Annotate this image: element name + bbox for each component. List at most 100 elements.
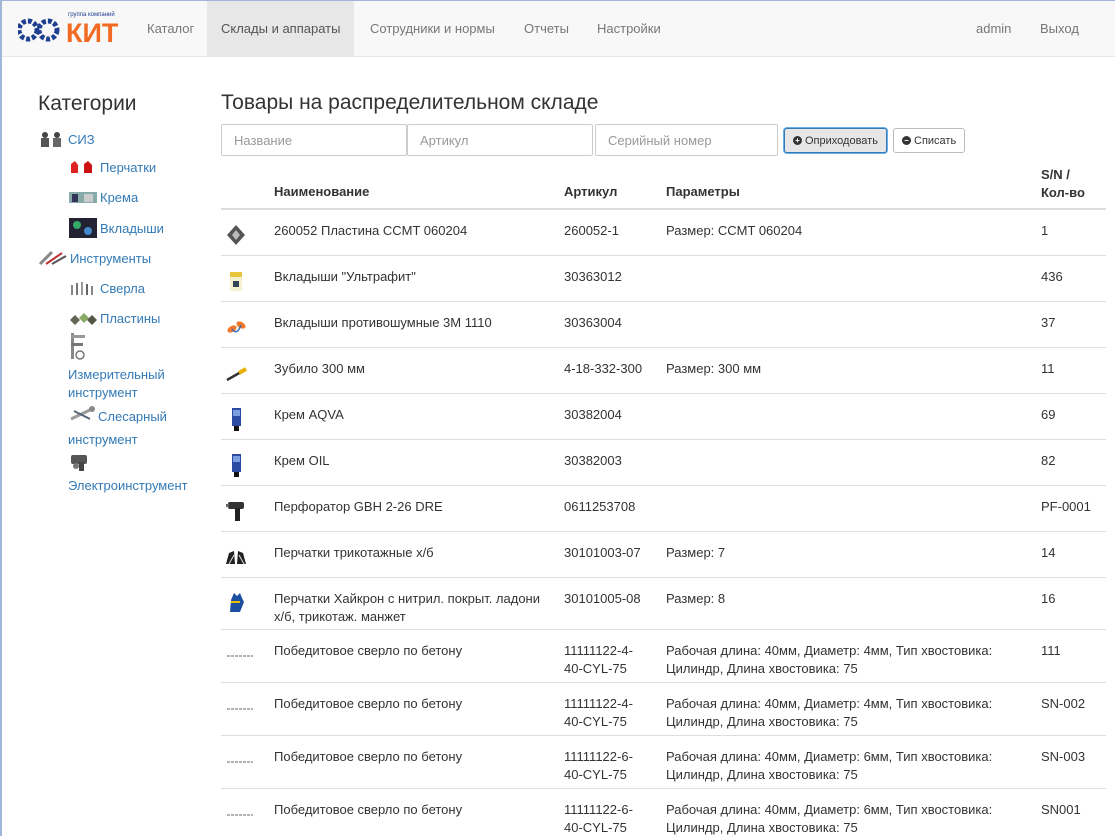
product-name-cell: Крем AQVA xyxy=(274,406,559,424)
sidebar-item-locksmith[interactable]: Слесарный инструмент xyxy=(68,405,167,449)
insert-plate-icon xyxy=(225,222,247,248)
minus-circle-icon: − xyxy=(902,136,911,145)
table-row[interactable]: Крем OIL 30382003 82 xyxy=(221,439,1106,485)
product-article-cell: 11111122-6- 40-CYL-75 xyxy=(564,748,664,784)
sidebar-item-siz[interactable]: СИЗ xyxy=(38,130,95,151)
sidebar-title: Категории xyxy=(38,92,137,115)
product-qty-cell-line1: 11 xyxy=(1041,361,1055,376)
table-row[interactable]: Перфоратор GBH 2-26 DRE 0611253708 PF-0001 xyxy=(221,485,1106,531)
product-qty-cell-line1: SN001 xyxy=(1041,802,1081,817)
table-row[interactable]: Вкладыши противошумные 3М 1110 30363004 37 xyxy=(221,301,1106,347)
product-name-cell-line1: Зубило 300 мм xyxy=(274,361,365,376)
serial-filter-input[interactable] xyxy=(595,124,778,156)
product-qty-cell: 436 xyxy=(1041,268,1106,286)
column-header-qty-line2: Кол-во xyxy=(1041,185,1085,200)
product-qty-cell-line1: 14 xyxy=(1041,545,1056,560)
nav-reports[interactable]: Отчеты xyxy=(510,1,583,57)
name-filter-input[interactable] xyxy=(221,124,407,156)
table-row[interactable]: Перчатки трикотажные х/б 30101003-07 Разме… xyxy=(221,531,1106,577)
drill-bit-icon xyxy=(225,642,253,668)
nav-settings[interactable]: Настройки xyxy=(583,1,675,57)
product-article-cell-line1: 11111122-4- xyxy=(564,643,633,658)
product-article-cell-line1: 30101003-07 xyxy=(564,545,641,560)
product-qty-cell: 14 xyxy=(1041,544,1106,562)
product-params-cell: Рабочая длина: 40мм, Диаметр: 6мм, Тип х… xyxy=(666,748,1026,784)
product-name-cell: Крем OIL xyxy=(274,452,559,470)
product-article-cell: 30382004 xyxy=(564,406,664,424)
sidebar-item-label: Сверла xyxy=(100,280,145,296)
nav-employees[interactable]: Сотрудники и нормы xyxy=(356,1,509,57)
sidebar-item-measuring[interactable]: Измерительный инструмент xyxy=(68,331,165,402)
product-article-cell: 30101005-08 xyxy=(564,590,664,608)
earplugs-icon xyxy=(68,217,98,242)
earplugs-icon xyxy=(225,314,247,340)
product-params-cell-line2: Цилиндр, Длина хвостовика: 75 xyxy=(666,714,858,729)
product-name-cell-line1: Победитовое сверло по бетону xyxy=(274,643,463,658)
table-row[interactable]: Победитовое сверло по бетону 11111122-6- 4… xyxy=(221,735,1106,788)
product-article-cell-line1: 260052-1 xyxy=(564,223,619,238)
product-article-cell-line2: 40-CYL-75 xyxy=(564,767,627,782)
sidebar-item-tools[interactable]: Инструменты xyxy=(38,250,151,269)
product-name-cell-line1: Перчатки Хайкрон с нитрил. покрыт. ладон… xyxy=(274,591,540,606)
product-name-cell-line1: Победитовое сверло по бетону xyxy=(274,696,463,711)
product-qty-cell: PF-0001 xyxy=(1041,498,1106,516)
sidebar-item-gloves[interactable]: Перчатки xyxy=(68,159,156,178)
table-row[interactable]: Перчатки Хайкрон с нитрил. покрыт. ладон… xyxy=(221,577,1106,629)
product-article-cell: 11111122-6- 40-CYL-75 xyxy=(564,801,664,836)
product-name-cell-line1: Вкладыши противошумные 3М 1110 xyxy=(274,315,492,330)
column-header-qty-line1: S/N / xyxy=(1041,167,1070,182)
product-params-cell-line1: Рабочая длина: 40мм, Диаметр: 6мм, Тип х… xyxy=(666,749,993,764)
product-article-cell-line1: 30101005-08 xyxy=(564,591,641,606)
product-params-cell: Рабочая длина: 40мм, Диаметр: 6мм, Тип х… xyxy=(666,801,1026,836)
product-article-cell: 11111122-4- 40-CYL-75 xyxy=(564,695,664,731)
product-qty-cell: 1 xyxy=(1041,222,1106,240)
product-name-cell-line1: Крем OIL xyxy=(274,453,330,468)
sidebar-item-drills[interactable]: Сверла xyxy=(68,280,145,299)
drills-icon xyxy=(68,280,98,299)
product-name-cell: Победитовое сверло по бетону xyxy=(274,695,559,713)
product-params-cell-line1: Рабочая длина: 40мм, Диаметр: 6мм, Тип х… xyxy=(666,802,993,817)
product-qty-cell: 11 xyxy=(1041,360,1106,378)
table-row[interactable]: Крем AQVA 30382004 69 xyxy=(221,393,1106,439)
nav-logout[interactable]: Выход xyxy=(1026,1,1093,57)
product-qty-cell-line1: SN-003 xyxy=(1041,749,1086,764)
product-name-cell: 260052 Пластина CCMT 060204 xyxy=(274,222,559,240)
product-article-cell-line1: 0611253708 xyxy=(564,499,636,514)
write-off-button[interactable]: − Списать xyxy=(893,128,966,153)
product-article-cell: 4-18-332-300 xyxy=(564,360,664,378)
nav-catalog[interactable]: Каталог xyxy=(133,1,208,57)
page-title: Товары на распределительном складе xyxy=(221,91,599,114)
sidebar-item-label: СИЗ xyxy=(68,131,95,147)
product-name-cell: Вкладыши "Ультрафит" xyxy=(274,268,559,286)
product-params-cell: Рабочая длина: 40мм, Диаметр: 4мм, Тип х… xyxy=(666,642,1026,678)
sidebar-item-label-line1: Измерительный xyxy=(68,367,165,382)
company-logo[interactable]: группа компаний КИТ xyxy=(16,8,132,48)
table-row[interactable]: Победитовое сверло по бетону 11111122-4- 4… xyxy=(221,629,1106,682)
sidebar-item-power-tools[interactable]: Электроинструмент xyxy=(68,452,188,495)
sidebar-item-label: Инструменты xyxy=(70,250,152,266)
product-name-cell: Зубило 300 мм xyxy=(274,360,559,378)
product-name-cell-line1: Победитовое сверло по бетону xyxy=(274,749,463,764)
nav-user[interactable]: admin xyxy=(962,1,1025,57)
article-filter-input[interactable] xyxy=(407,124,593,156)
receive-button[interactable]: + Оприходовать xyxy=(784,128,887,153)
product-article-cell: 11111122-4- 40-CYL-75 xyxy=(564,642,664,678)
sidebar-item-plates[interactable]: Пластины xyxy=(68,310,160,329)
product-article-cell: 30363012 xyxy=(564,268,664,286)
table-row[interactable]: Победитовое сверло по бетону 11111122-4- 4… xyxy=(221,682,1106,735)
nav-warehouses[interactable]: Склады и аппараты xyxy=(207,1,355,57)
table-row[interactable]: Зубило 300 мм 4-18-332-300 Размер: 300 мм 1… xyxy=(221,347,1106,393)
sidebar-item-earplugs[interactable]: Вкладыши xyxy=(68,217,164,242)
product-qty-cell-line1: PF-0001 xyxy=(1041,499,1091,514)
product-qty-cell-line1: 16 xyxy=(1041,591,1056,606)
coated-gloves-icon xyxy=(225,590,247,616)
product-name-cell: Перфоратор GBH 2-26 DRE xyxy=(274,498,559,516)
product-name-cell: Победитовое сверло по бетону xyxy=(274,801,559,819)
workers-icon xyxy=(38,130,66,151)
product-params-cell-line1: Размер: 300 мм xyxy=(666,361,762,376)
sidebar-item-creams[interactable]: Крема xyxy=(68,189,138,208)
table-row[interactable]: Победитовое сверло по бетону 11111122-6- 4… xyxy=(221,788,1106,836)
earplugs-pack-icon xyxy=(225,268,247,294)
table-row[interactable]: Вкладыши "Ультрафит" 30363012 436 xyxy=(221,255,1106,301)
table-row[interactable]: 260052 Пластина CCMT 060204 260052-1 Разме… xyxy=(221,209,1106,255)
